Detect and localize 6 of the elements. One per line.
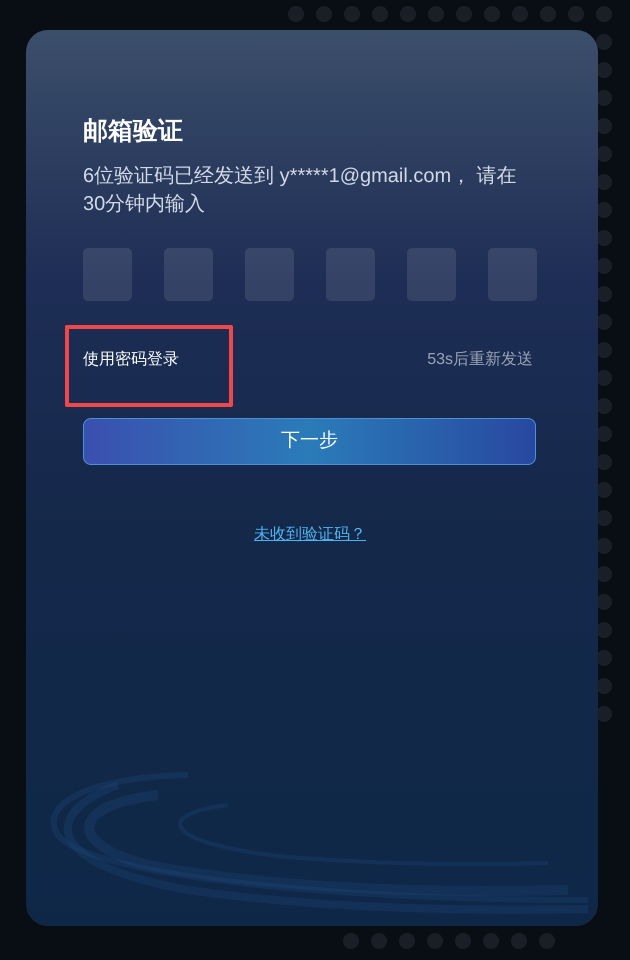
- description-text: 6位验证码已经发送到 y*****1@gmail.com， 请在30分钟内输入: [83, 164, 518, 217]
- password-login-link[interactable]: 使用密码登录: [83, 348, 179, 372]
- help-link[interactable]: 未收到验证码？: [254, 523, 366, 547]
- next-button[interactable]: 下一步: [83, 418, 536, 465]
- resend-countdown: 53s后重新发送: [427, 350, 533, 370]
- page-title: 邮箱验证: [83, 116, 184, 147]
